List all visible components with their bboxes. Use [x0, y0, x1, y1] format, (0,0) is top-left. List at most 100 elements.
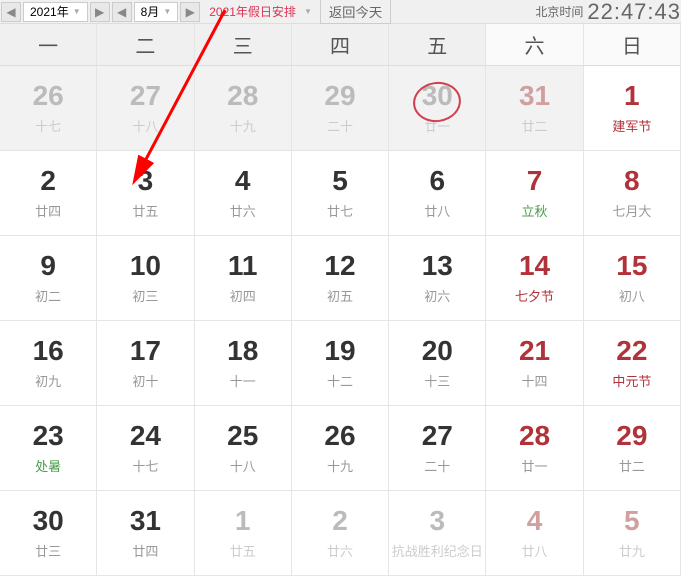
day-number: 2	[40, 167, 56, 195]
calendar-cell[interactable]: 4廿六	[195, 151, 292, 235]
lunar-label: 廿三	[35, 541, 61, 560]
calendar-cell[interactable]: 21十四	[486, 321, 583, 405]
day-number: 6	[429, 167, 445, 195]
holiday-schedule-link[interactable]: 2021年假日安排	[201, 3, 304, 20]
lunar-label: 初三	[132, 286, 158, 305]
lunar-label: 廿四	[35, 201, 61, 220]
calendar-cell[interactable]: 1建军节	[584, 66, 681, 150]
day-number: 5	[624, 507, 640, 535]
calendar-cell[interactable]: 10 初三	[97, 236, 194, 320]
chevron-down-icon: ▼	[304, 7, 312, 16]
day-number: 30	[422, 82, 453, 110]
lunar-label: 十八	[132, 116, 158, 135]
dow-sat: 六	[486, 24, 583, 65]
lunar-label: 廿二	[522, 116, 548, 135]
clock-display: 22:47:43	[587, 0, 681, 25]
calendar-cell[interactable]: 7 立秋	[486, 151, 583, 235]
day-number: 14	[519, 252, 550, 280]
calendar-cell[interactable]: 24十七	[97, 406, 194, 490]
day-number: 7	[527, 167, 543, 195]
dow-wed: 三	[195, 24, 292, 65]
calendar-cell[interactable]: 2 廿四	[0, 151, 97, 235]
calendar-cell[interactable]: 29廿二	[584, 406, 681, 490]
lunar-label: 十三	[424, 371, 450, 390]
lunar-label: 二十	[424, 456, 450, 475]
lunar-label: 初九	[35, 371, 61, 390]
day-number: 21	[519, 337, 550, 365]
calendar-cell[interactable]: 4廿八	[486, 491, 583, 575]
calendar-cell[interactable]: 18十一	[195, 321, 292, 405]
day-number: 8	[624, 167, 640, 195]
lunar-label: 处暑	[35, 456, 61, 475]
lunar-label: 初八	[619, 286, 645, 305]
calendar-cell[interactable]: 20 十三	[389, 321, 486, 405]
calendar-cell[interactable]: 12初五	[292, 236, 389, 320]
day-number: 12	[324, 252, 355, 280]
calendar-cell[interactable]: 26 十七	[0, 66, 97, 150]
calendar-cell[interactable]: 25十八	[195, 406, 292, 490]
calendar-cell[interactable]: 27十八	[97, 66, 194, 150]
calendar-cell[interactable]: 1廿五	[195, 491, 292, 575]
calendar-cell[interactable]: 6廿八	[389, 151, 486, 235]
next-month-button[interactable]: ▶	[180, 2, 200, 22]
year-selector[interactable]: 2021年 ▼	[23, 2, 88, 22]
calendar-cell[interactable]: 8七月大	[584, 151, 681, 235]
calendar-cell[interactable]: 29二十	[292, 66, 389, 150]
day-number: 1	[235, 507, 251, 535]
calendar-cell[interactable]: 26十九	[292, 406, 389, 490]
month-selector[interactable]: 8月 ▼	[134, 2, 179, 22]
calendar-cell[interactable]: 17初十	[97, 321, 194, 405]
calendar-cell[interactable]: 2廿六	[292, 491, 389, 575]
calendar-cell[interactable]: 5廿九	[584, 491, 681, 575]
calendar-row: 9 初二 10 初三 11初四12初五 13 初六 14七夕节 15 初八	[0, 236, 681, 321]
calendar-cell[interactable]: 31 廿二	[486, 66, 583, 150]
day-number: 31	[519, 82, 550, 110]
year-label: 2021年	[30, 3, 69, 20]
dow-fri: 五	[389, 24, 486, 65]
next-year-button[interactable]: ▶	[90, 2, 110, 22]
prev-month-button[interactable]: ◀	[112, 2, 132, 22]
day-number: 20	[422, 337, 453, 365]
calendar-cell[interactable]: 15 初八	[584, 236, 681, 320]
calendar-cell[interactable]: 28十九	[195, 66, 292, 150]
calendar-cell[interactable]: 19十二	[292, 321, 389, 405]
calendar-cell[interactable]: 3廿五	[97, 151, 194, 235]
day-number: 27	[422, 422, 453, 450]
prev-year-button[interactable]: ◀	[1, 2, 21, 22]
calendar-cell[interactable]: 16初九	[0, 321, 97, 405]
day-number: 10	[130, 252, 161, 280]
calendar-cell[interactable]: 23处暑	[0, 406, 97, 490]
lunar-label: 立秋	[522, 201, 548, 220]
lunar-label: 初六	[424, 286, 450, 305]
chevron-down-icon: ▼	[73, 7, 81, 16]
lunar-label: 十九	[230, 116, 256, 135]
calendar-cell[interactable]: 27 二十	[389, 406, 486, 490]
calendar-cell[interactable]: 11初四	[195, 236, 292, 320]
calendar-row: 30廿三 31 廿四 1廿五2廿六3抗战胜利纪念日4廿八5廿九	[0, 491, 681, 576]
lunar-label: 廿六	[230, 201, 256, 220]
calendar-cell[interactable]: 30廿一	[389, 66, 486, 150]
lunar-label: 初二	[35, 286, 61, 305]
calendar-cell[interactable]: 13 初六	[389, 236, 486, 320]
calendar-header: ◀ 2021年 ▼ ▶ ◀ 8月 ▼ ▶ 2021年假日安排 ▼ 返回今天 北京…	[0, 0, 681, 24]
calendar-cell[interactable]: 28廿一	[486, 406, 583, 490]
chevron-down-icon: ▼	[163, 7, 171, 16]
calendar-cell[interactable]: 3抗战胜利纪念日	[389, 491, 486, 575]
calendar-cell[interactable]: 30廿三	[0, 491, 97, 575]
day-number: 13	[422, 252, 453, 280]
day-number: 15	[616, 252, 647, 280]
lunar-label: 初十	[132, 371, 158, 390]
back-to-today-button[interactable]: 返回今天	[320, 0, 391, 24]
calendar-cell[interactable]: 31 廿四	[97, 491, 194, 575]
lunar-label: 廿四	[132, 541, 158, 560]
calendar-cell[interactable]: 14七夕节	[486, 236, 583, 320]
lunar-label: 十七	[35, 116, 61, 135]
day-number: 26	[33, 82, 64, 110]
calendar-cell[interactable]: 5廿七	[292, 151, 389, 235]
lunar-label: 十一	[230, 371, 256, 390]
day-number: 31	[130, 507, 161, 535]
lunar-label: 中元节	[612, 371, 651, 390]
day-number: 9	[40, 252, 56, 280]
calendar-cell[interactable]: 9 初二	[0, 236, 97, 320]
calendar-cell[interactable]: 22中元节	[584, 321, 681, 405]
